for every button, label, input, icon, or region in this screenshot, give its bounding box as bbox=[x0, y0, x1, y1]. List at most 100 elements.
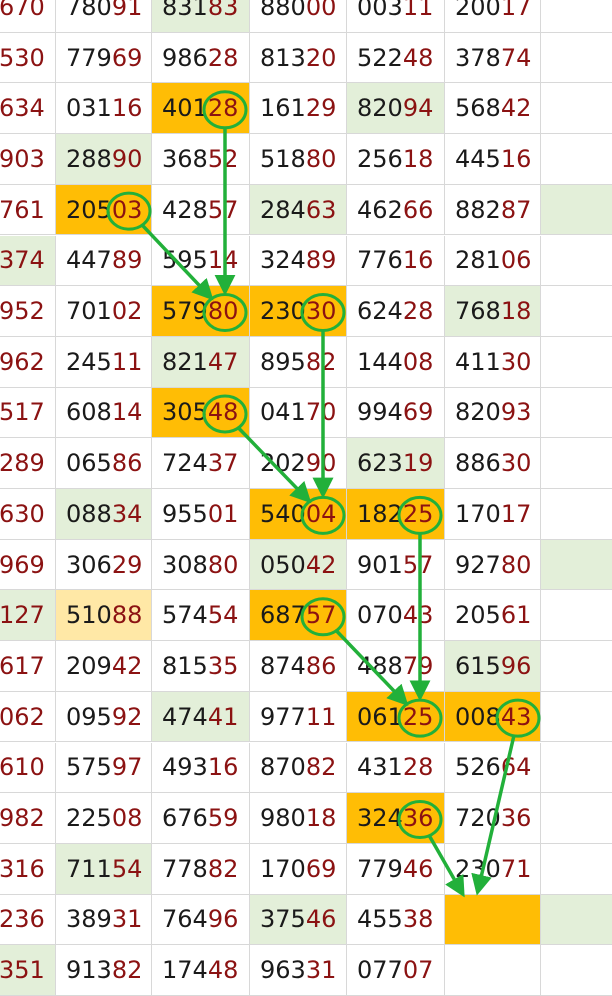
number-prefix: 724 bbox=[162, 449, 208, 478]
number-suffix: 48 bbox=[207, 398, 239, 427]
number-suffix: 69 bbox=[402, 398, 434, 427]
number-suffix: 89 bbox=[111, 246, 143, 275]
number-cell: 230 71 bbox=[445, 843, 541, 895]
number-cell: 445 16 bbox=[445, 134, 541, 185]
number-cell: 050 42 bbox=[250, 539, 347, 591]
number-suffix: 91 bbox=[111, 0, 143, 21]
number-prefix: 065 bbox=[66, 449, 112, 478]
number-prefix: 540 bbox=[260, 499, 306, 528]
number-cell: 431 28 bbox=[347, 742, 445, 794]
number-cell: 306 29 bbox=[56, 539, 152, 591]
number-cell: 209 42 bbox=[56, 641, 152, 692]
number-cell: 061 25 bbox=[347, 691, 445, 743]
number-suffix: 14 bbox=[207, 246, 239, 275]
number-suffix: 952 bbox=[0, 297, 45, 326]
number-cell: 375 46 bbox=[250, 894, 347, 946]
number-cell: 617 bbox=[0, 641, 56, 692]
number-prefix: 003 bbox=[357, 0, 403, 21]
number-cell: 065 86 bbox=[56, 438, 152, 489]
number-cell: 768 18 bbox=[445, 286, 541, 337]
number-cell: 820 93 bbox=[445, 387, 541, 439]
number-prefix: 780 bbox=[66, 0, 112, 21]
number-cell bbox=[541, 236, 612, 287]
number-prefix: 205 bbox=[66, 195, 112, 224]
number-suffix: 80 bbox=[305, 144, 337, 173]
number-suffix: 31 bbox=[111, 905, 143, 934]
number-prefix: 144 bbox=[357, 347, 403, 376]
number-cell: 623 19 bbox=[347, 438, 445, 489]
number-prefix: 994 bbox=[357, 398, 403, 427]
number-prefix: 324 bbox=[260, 246, 306, 275]
number-prefix: 687 bbox=[260, 601, 306, 630]
number-cell: 205 61 bbox=[445, 590, 541, 642]
number-cell: 969 bbox=[0, 539, 56, 591]
number-suffix: 07 bbox=[402, 956, 434, 985]
number-suffix: 617 bbox=[0, 651, 45, 680]
number-suffix: 11 bbox=[402, 0, 434, 21]
number-prefix: 324 bbox=[357, 804, 403, 833]
number-cell: 608 14 bbox=[56, 387, 152, 439]
number-prefix: 901 bbox=[357, 550, 403, 579]
number-cell: 256 18 bbox=[347, 134, 445, 185]
number-cell: 522 48 bbox=[347, 32, 445, 84]
number-prefix: 815 bbox=[162, 651, 208, 680]
number-prefix: 474 bbox=[162, 702, 208, 731]
number-prefix: 510 bbox=[66, 601, 112, 630]
number-prefix: 977 bbox=[260, 702, 306, 731]
number-suffix: 634 bbox=[0, 94, 45, 123]
number-cell bbox=[541, 0, 612, 33]
number-prefix: 821 bbox=[162, 347, 208, 376]
number-suffix: 43 bbox=[402, 601, 434, 630]
number-suffix: 25 bbox=[402, 702, 434, 731]
number-suffix: 80 bbox=[207, 297, 239, 326]
number-suffix: 90 bbox=[305, 449, 337, 478]
number-cell: 977 11 bbox=[250, 691, 347, 743]
number-prefix: 200 bbox=[455, 0, 501, 21]
number-suffix: 28 bbox=[402, 297, 434, 326]
number-prefix: 284 bbox=[260, 195, 306, 224]
number-cell bbox=[541, 539, 612, 591]
number-suffix: 82 bbox=[305, 347, 337, 376]
number-cell: 815 35 bbox=[152, 641, 250, 692]
number-prefix: 225 bbox=[66, 804, 112, 833]
number-cell: 288 90 bbox=[56, 134, 152, 185]
number-suffix: 71 bbox=[500, 854, 532, 883]
number-prefix: 008 bbox=[455, 702, 501, 731]
number-suffix: 127 bbox=[0, 601, 45, 630]
number-suffix: 530 bbox=[0, 43, 45, 72]
number-cell: 230 30 bbox=[250, 286, 347, 337]
number-suffix: 86 bbox=[111, 449, 143, 478]
number-cell: 986 28 bbox=[152, 32, 250, 84]
number-suffix: 42 bbox=[305, 550, 337, 579]
number-suffix: 86 bbox=[305, 651, 337, 680]
number-prefix: 061 bbox=[357, 702, 403, 731]
number-cell: 764 96 bbox=[152, 894, 250, 946]
number-cell: 284 63 bbox=[250, 184, 347, 236]
number-prefix: 031 bbox=[66, 94, 112, 123]
number-prefix: 776 bbox=[357, 246, 403, 275]
number-cell: 913 82 bbox=[56, 945, 152, 996]
number-suffix: 08 bbox=[111, 804, 143, 833]
number-cell: 886 30 bbox=[445, 438, 541, 489]
number-cell: 374 bbox=[0, 235, 56, 287]
number-suffix: 236 bbox=[0, 905, 45, 934]
number-suffix: 89 bbox=[305, 246, 337, 275]
number-cell: 428 57 bbox=[152, 184, 250, 236]
number-suffix: 25 bbox=[402, 499, 434, 528]
number-prefix: 886 bbox=[455, 449, 501, 478]
number-cell: 880 00 bbox=[250, 0, 347, 33]
number-cell: 526 64 bbox=[445, 742, 541, 794]
number-suffix: 316 bbox=[0, 854, 45, 883]
number-cell bbox=[541, 743, 612, 794]
number-suffix: 43 bbox=[500, 702, 532, 731]
number-suffix: 57 bbox=[207, 195, 239, 224]
number-prefix: 375 bbox=[260, 905, 306, 934]
number-cell: 041 70 bbox=[250, 387, 347, 439]
number-suffix: 97 bbox=[111, 753, 143, 782]
number-prefix: 568 bbox=[455, 94, 501, 123]
number-prefix: 574 bbox=[162, 601, 208, 630]
number-cell: 411 30 bbox=[445, 336, 541, 388]
number-cell: 144 08 bbox=[347, 336, 445, 388]
number-cell: 670 bbox=[0, 0, 56, 33]
number-cell bbox=[541, 33, 612, 84]
